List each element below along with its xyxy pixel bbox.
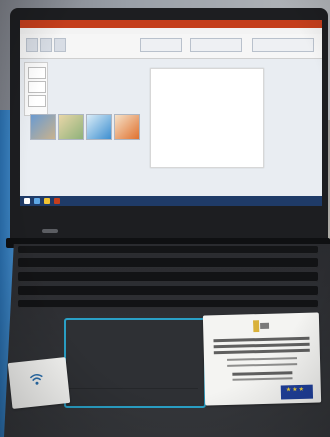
photo-vignette xyxy=(0,0,330,437)
photo-scene xyxy=(0,0,330,437)
